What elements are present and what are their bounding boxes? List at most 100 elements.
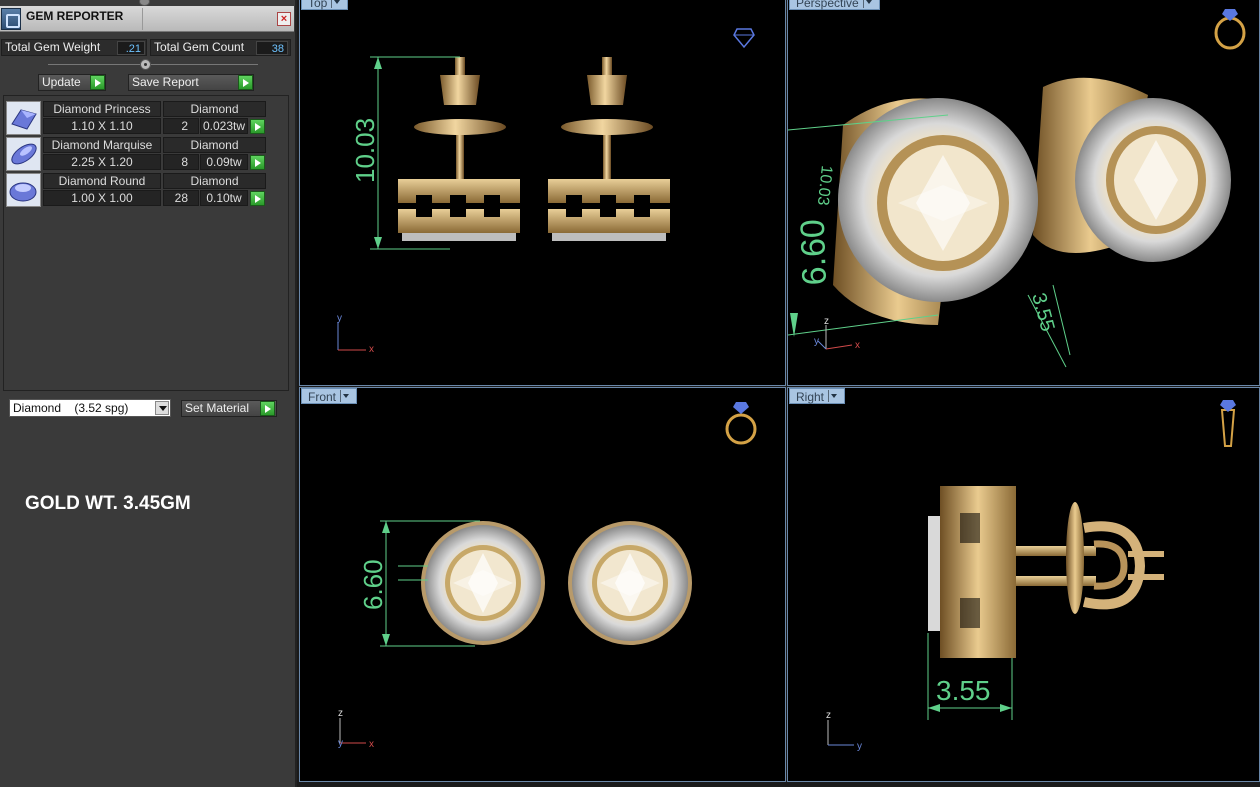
total-gem-weight-label: Total Gem Weight bbox=[5, 40, 101, 54]
gem-select-icon[interactable] bbox=[250, 155, 265, 170]
ring-icon bbox=[1214, 9, 1246, 50]
gem-row-round[interactable]: Diamond Round Diamond 1.00 X 1.00 28 0.1… bbox=[6, 173, 266, 207]
update-go-icon[interactable] bbox=[90, 75, 105, 90]
top-view-scene: 10.03 y x bbox=[337, 28, 755, 355]
update-button[interactable]: Update bbox=[38, 74, 106, 91]
titlebar-divider bbox=[142, 8, 143, 30]
axis-y-label: y bbox=[337, 313, 342, 324]
material-select-value: Diamond (3.52 spg) bbox=[13, 401, 129, 415]
perspective-dimension-a: 6.60 bbox=[794, 219, 834, 286]
perspective-scene: 6.60 10.03 3.55 z x y bbox=[788, 9, 1246, 368]
panel-splitter-knob[interactable] bbox=[140, 59, 151, 70]
tab-top[interactable]: Top bbox=[301, 0, 349, 10]
chevron-down-icon[interactable] bbox=[862, 0, 873, 8]
tab-top-label: Top bbox=[308, 0, 328, 10]
total-gem-weight: Total Gem Weight .21 bbox=[1, 39, 147, 56]
gem-list: Diamond Princess Diamond 1.10 X 1.10 2 0… bbox=[3, 95, 289, 391]
set-material-button-label: Set Material bbox=[185, 401, 250, 415]
gem-select-icon[interactable] bbox=[250, 119, 265, 134]
chevron-down-icon[interactable] bbox=[340, 390, 350, 402]
axis-triad: z x y bbox=[338, 708, 374, 750]
panel-title: GEM REPORTER bbox=[26, 9, 124, 23]
axis-x-label: x bbox=[369, 739, 374, 750]
total-gem-count: Total Gem Count 38 bbox=[150, 39, 291, 56]
set-material-button[interactable]: Set Material bbox=[181, 400, 277, 417]
tab-right[interactable]: Right bbox=[789, 388, 846, 404]
axis-triad: z y bbox=[826, 710, 862, 752]
material-select[interactable]: Diamond (3.52 spg) bbox=[9, 399, 171, 417]
chevron-down-icon[interactable] bbox=[331, 0, 341, 8]
gem-shape: Diamond Princess bbox=[43, 101, 161, 117]
axis-y-label: y bbox=[857, 741, 862, 752]
gem-reporter-panel: GEM REPORTER × Total Gem Weight .21 Tota… bbox=[0, 0, 297, 787]
right-view-scene: 3.55 z y bbox=[826, 400, 1236, 752]
marquise-gem-icon bbox=[6, 137, 41, 171]
perspective-dimension-c: 3.55 bbox=[1027, 291, 1058, 334]
total-gem-weight-value: .21 bbox=[117, 41, 145, 55]
gem-size: 2.25 X 1.20 bbox=[43, 154, 161, 170]
close-icon[interactable]: × bbox=[277, 12, 291, 26]
gem-count: 8 bbox=[163, 154, 199, 170]
axis-triad: z x y bbox=[814, 316, 860, 351]
gem-material: Diamond bbox=[163, 101, 266, 117]
earring-front-right bbox=[568, 521, 692, 645]
gem-material: Diamond bbox=[163, 173, 266, 189]
earring-right-profile bbox=[928, 486, 1164, 658]
axis-triad: y x bbox=[337, 313, 374, 355]
tab-perspective-label: Perspective bbox=[796, 0, 859, 10]
tab-front[interactable]: Front bbox=[301, 388, 358, 404]
viewport-front[interactable]: 6.60 z x y Front bbox=[299, 387, 786, 782]
gem-count: 28 bbox=[163, 190, 199, 206]
app-window: GEM REPORTER × Total Gem Weight .21 Tota… bbox=[0, 0, 1260, 787]
princess-gem-icon bbox=[6, 101, 41, 135]
tab-front-label: Front bbox=[308, 390, 337, 404]
top-dimension-label: 10.03 bbox=[350, 118, 380, 183]
gem-row-marquise[interactable]: Diamond Marquise Diamond 2.25 X 1.20 8 0… bbox=[6, 137, 266, 171]
gem-weight: 0.023tw bbox=[200, 118, 248, 134]
gem-reporter-icon bbox=[1, 8, 21, 30]
gem-material: Diamond bbox=[163, 137, 266, 153]
set-material-go-icon[interactable] bbox=[260, 401, 275, 416]
axis-z-label: z bbox=[338, 708, 343, 719]
gem-weight: 0.10tw bbox=[200, 190, 248, 206]
gold-weight-text: GOLD WT. 3.45GM bbox=[25, 493, 191, 514]
front-view-scene: 6.60 z x y bbox=[338, 402, 757, 750]
earring-perspective-back bbox=[1033, 77, 1231, 262]
panel-titlebar: GEM REPORTER × bbox=[0, 6, 294, 32]
gem-size: 1.00 X 1.00 bbox=[43, 190, 161, 206]
save-report-button-label: Save Report bbox=[132, 75, 199, 89]
gem-count: 2 bbox=[163, 118, 199, 134]
panel-divider-line bbox=[48, 64, 258, 65]
axis-y-label: y bbox=[338, 738, 343, 749]
axis-z-label: z bbox=[824, 316, 829, 327]
front-dimension-label: 6.60 bbox=[358, 559, 388, 610]
round-gem-icon bbox=[6, 173, 41, 207]
update-button-label: Update bbox=[42, 75, 81, 89]
tab-right-label: Right bbox=[796, 390, 825, 404]
gem-shape: Diamond Marquise bbox=[43, 137, 161, 153]
gem-select-icon[interactable] bbox=[250, 191, 265, 206]
gem-weight: 0.09tw bbox=[200, 154, 248, 170]
viewport-right[interactable]: 3.55 z y Right bbox=[787, 387, 1260, 782]
gem-icon bbox=[733, 28, 755, 49]
total-gem-count-label: Total Gem Count bbox=[154, 40, 245, 54]
axis-y-label: y bbox=[814, 336, 819, 347]
save-report-go-icon[interactable] bbox=[238, 75, 253, 90]
axis-x-label: x bbox=[369, 344, 374, 355]
viewport-perspective[interactable]: 6.60 10.03 3.55 z x y Perspective bbox=[787, 0, 1260, 386]
earring-side-left bbox=[398, 57, 520, 241]
viewport-top[interactable]: 10.03 y x Top bbox=[299, 0, 786, 386]
earring-perspective-front bbox=[833, 98, 1038, 325]
axis-z-label: z bbox=[826, 710, 831, 721]
gem-shape: Diamond Round bbox=[43, 173, 161, 189]
save-report-button[interactable]: Save Report bbox=[128, 74, 254, 91]
gem-row-princess[interactable]: Diamond Princess Diamond 1.10 X 1.10 2 0… bbox=[6, 101, 266, 135]
axis-x-label: x bbox=[855, 340, 860, 351]
gem-size: 1.10 X 1.10 bbox=[43, 118, 161, 134]
chevron-down-icon[interactable] bbox=[155, 401, 169, 415]
tab-perspective[interactable]: Perspective bbox=[789, 0, 880, 10]
perspective-dimension-b: 10.03 bbox=[814, 165, 835, 207]
earring-front-left bbox=[421, 521, 545, 645]
chevron-down-icon[interactable] bbox=[828, 390, 838, 402]
earring-side-right bbox=[548, 57, 670, 241]
